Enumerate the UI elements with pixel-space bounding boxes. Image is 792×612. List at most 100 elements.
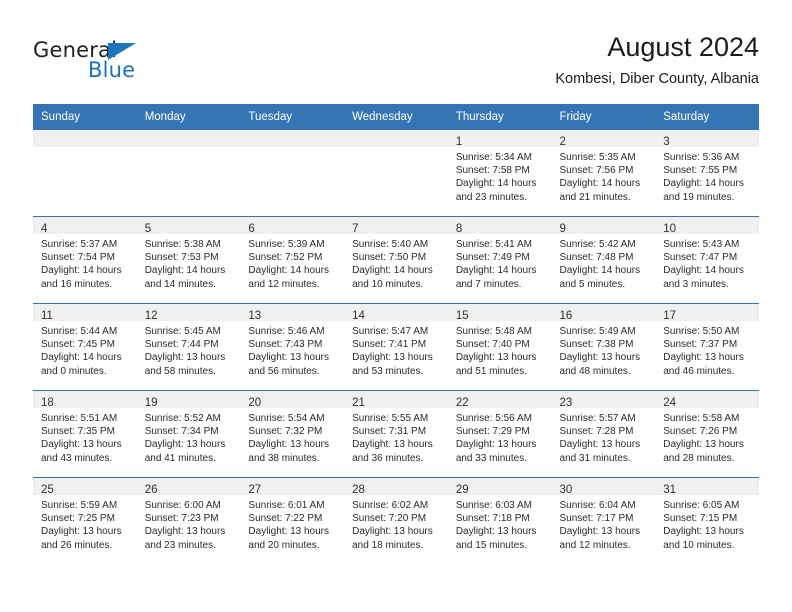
daylight-text-line1: Daylight: 14 hours [352, 265, 433, 277]
daylight-text-line1: Daylight: 13 hours [559, 352, 641, 364]
sunset-text: Sunset: 7:28 PM [559, 426, 634, 438]
calendar-day-cell[interactable]: 16 Sunrise: 5:49 AM Sunset: 7:38 PM Dayligh… [551, 303, 656, 391]
day-number-band: 5 [136, 217, 241, 235]
day-details: Sunrise: 6:00 AM Sunset: 7:23 PM Daylight:… [137, 495, 241, 552]
calendar-day-cell[interactable]: 10 Sunrise: 5:43 AM Sunset: 7:47 PM Dayligh… [655, 216, 759, 304]
calendar-day-cell[interactable]: 5 Sunrise: 5:38 AM Sunset: 7:53 PM Daylight… [136, 216, 241, 304]
calendar-day-cell[interactable]: 14 Sunrise: 5:47 AM Sunset: 7:41 PM Dayligh… [344, 303, 448, 391]
calendar-day-cell[interactable]: 28 Sunrise: 6:02 AM Sunset: 7:20 PM Dayligh… [344, 477, 448, 564]
day-details: Sunrise: 5:34 AM Sunset: 7:58 PM Daylight:… [448, 147, 552, 204]
calendar-day-cell[interactable]: 2 Sunrise: 5:35 AM Sunset: 7:56 PM Daylight… [551, 130, 656, 217]
day-number-band: 2 [551, 130, 656, 148]
day-details: Sunrise: 6:03 AM Sunset: 7:18 PM Daylight:… [448, 495, 552, 552]
sunrise-text: Sunrise: 5:54 AM [248, 413, 325, 424]
daylight-text-line1: Daylight: 13 hours [352, 352, 433, 364]
sunset-text: Sunset: 7:58 PM [455, 165, 530, 177]
daylight-text-line1: Daylight: 13 hours [455, 439, 537, 451]
calendar-day-cell[interactable]: 11 Sunrise: 5:44 AM Sunset: 7:45 PM Dayligh… [33, 303, 137, 391]
day-number: 22 [455, 397, 469, 409]
sunrise-text: Sunrise: 6:02 AM [352, 500, 429, 511]
calendar-day-cell[interactable]: 9 Sunrise: 5:42 AM Sunset: 7:48 PM Daylight… [551, 216, 656, 304]
day-number: 24 [663, 397, 677, 409]
day-cell-inner: 26 Sunrise: 6:00 AM Sunset: 7:23 PM Dayligh… [136, 478, 241, 564]
day-number-band: 22 [447, 391, 552, 409]
sunset-text: Sunset: 7:22 PM [248, 513, 323, 525]
calendar-day-cell[interactable]: 7 Sunrise: 5:40 AM Sunset: 7:50 PM Daylight… [344, 216, 448, 304]
day-number-band: 20 [240, 391, 345, 409]
calendar-day-cell[interactable]: 8 Sunrise: 5:41 AM Sunset: 7:49 PM Daylight… [447, 216, 552, 304]
calendar-day-cell[interactable]: 30 Sunrise: 6:04 AM Sunset: 7:17 PM Dayligh… [551, 477, 656, 564]
calendar-day-cell[interactable]: 3 Sunrise: 5:36 AM Sunset: 7:55 PM Daylight… [655, 130, 759, 217]
daylight-text-line1: Daylight: 13 hours [144, 526, 226, 538]
daylight-text-line1: Daylight: 14 hours [248, 265, 330, 277]
sunset-text: Sunset: 7:56 PM [559, 165, 634, 177]
calendar-week-row: 25 Sunrise: 5:59 AM Sunset: 7:25 PM Dayligh… [33, 477, 759, 564]
sunset-text: Sunset: 7:54 PM [41, 252, 115, 264]
calendar-day-cell[interactable]: 27 Sunrise: 6:01 AM Sunset: 7:22 PM Dayligh… [240, 477, 345, 564]
sunrise-text: Sunrise: 5:47 AM [352, 326, 429, 337]
daylight-text-line2: and 48 minutes. [559, 365, 631, 377]
day-number-band: 3 [655, 130, 759, 148]
daylight-text-line2: and 41 minutes. [144, 452, 216, 464]
daylight-text-line1: Daylight: 14 hours [455, 265, 537, 277]
calendar-day-cell[interactable]: 22 Sunrise: 5:56 AM Sunset: 7:29 PM Dayligh… [447, 390, 552, 478]
calendar-day-cell[interactable]: 1 Sunrise: 5:34 AM Sunset: 7:58 PM Daylight… [447, 130, 552, 217]
weekday-header-monday: Monday [136, 104, 241, 130]
calendar-day-cell[interactable]: 12 Sunrise: 5:45 AM Sunset: 7:44 PM Dayligh… [136, 303, 241, 391]
sunset-text: Sunset: 7:20 PM [352, 513, 427, 525]
sunset-text: Sunset: 7:40 PM [455, 339, 530, 351]
calendar-day-cell[interactable]: 21 Sunrise: 5:55 AM Sunset: 7:31 PM Dayligh… [344, 390, 448, 478]
sunset-text: Sunset: 7:17 PM [559, 513, 634, 525]
daylight-text-line2: and 28 minutes. [663, 452, 735, 464]
calendar-day-cell[interactable]: 29 Sunrise: 6:03 AM Sunset: 7:18 PM Dayligh… [447, 477, 552, 564]
weekday-header-sunday: Sunday [33, 104, 137, 130]
calendar-day-cell[interactable]: 31 Sunrise: 6:05 AM Sunset: 7:15 PM Dayligh… [655, 477, 759, 564]
day-number: 25 [41, 484, 54, 496]
calendar-day-cell[interactable]: 13 Sunrise: 5:46 AM Sunset: 7:43 PM Dayligh… [240, 303, 345, 391]
day-cell-inner: 6 Sunrise: 5:39 AM Sunset: 7:52 PM Daylight… [240, 217, 345, 303]
day-number: 11 [41, 310, 53, 322]
calendar-body: 1 Sunrise: 5:34 AM Sunset: 7:58 PM Daylight… [33, 130, 759, 564]
calendar-day-cell[interactable]: 6 Sunrise: 5:39 AM Sunset: 7:52 PM Daylight… [240, 216, 345, 304]
sunrise-text: Sunrise: 5:42 AM [559, 239, 636, 250]
day-number: 7 [352, 223, 359, 235]
daylight-text-line1: Daylight: 14 hours [144, 265, 226, 277]
sunrise-text: Sunrise: 5:35 AM [559, 152, 636, 163]
calendar-day-cell[interactable]: 18 Sunrise: 5:51 AM Sunset: 7:35 PM Dayligh… [33, 390, 137, 478]
logo-word-blue: Blue [88, 58, 136, 82]
calendar-day-cell[interactable]: 19 Sunrise: 5:52 AM Sunset: 7:34 PM Dayligh… [136, 390, 241, 478]
calendar-day-cell[interactable]: 4 Sunrise: 5:37 AM Sunset: 7:54 PM Daylight… [33, 216, 137, 304]
sunrise-text: Sunrise: 5:57 AM [559, 413, 636, 424]
sunrise-text: Sunrise: 5:51 AM [41, 413, 118, 424]
day-number: 5 [144, 223, 152, 235]
sunset-text: Sunset: 7:26 PM [663, 426, 738, 438]
day-number: 8 [455, 223, 463, 235]
day-number-band: 17 [655, 304, 759, 322]
calendar-day-cell[interactable]: 25 Sunrise: 5:59 AM Sunset: 7:25 PM Dayligh… [33, 477, 137, 564]
sunset-text: Sunset: 7:29 PM [455, 426, 530, 438]
daylight-text-line1: Daylight: 13 hours [248, 352, 330, 364]
calendar-day-cell[interactable]: 17 Sunrise: 5:50 AM Sunset: 7:37 PM Dayligh… [655, 303, 759, 391]
day-number: 10 [663, 223, 677, 235]
calendar-day-cell[interactable]: 15 Sunrise: 5:48 AM Sunset: 7:40 PM Dayligh… [447, 303, 552, 391]
calendar-day-cell[interactable]: 20 Sunrise: 5:54 AM Sunset: 7:32 PM Dayligh… [240, 390, 345, 478]
page-header: General Blue August 2024 Kombesi, Diber … [0, 0, 792, 104]
day-cell-inner: 17 Sunrise: 5:50 AM Sunset: 7:37 PM Dayligh… [655, 304, 759, 390]
calendar-day-cell[interactable]: 23 Sunrise: 5:57 AM Sunset: 7:28 PM Dayligh… [551, 390, 656, 478]
sunset-text: Sunset: 7:41 PM [352, 339, 427, 351]
day-cell-inner: 12 Sunrise: 5:45 AM Sunset: 7:44 PM Dayligh… [136, 304, 241, 390]
sunset-text: Sunset: 7:50 PM [352, 252, 427, 264]
day-cell-inner: 25 Sunrise: 5:59 AM Sunset: 7:25 PM Dayligh… [33, 478, 137, 564]
day-details: Sunrise: 6:05 AM Sunset: 7:15 PM Daylight:… [655, 495, 759, 552]
calendar-day-cell[interactable]: 26 Sunrise: 6:00 AM Sunset: 7:23 PM Dayligh… [136, 477, 241, 564]
general-blue-logo[interactable]: General Blue [33, 38, 233, 86]
daylight-text-line1: Daylight: 13 hours [144, 439, 226, 451]
sunset-text: Sunset: 7:48 PM [559, 252, 634, 264]
calendar-day-cell-empty [344, 130, 448, 217]
calendar-table: Sunday Monday Tuesday Wednesday Thursday Frid… [33, 104, 759, 564]
day-details [137, 147, 241, 151]
sunrise-text: Sunrise: 5:49 AM [559, 326, 636, 337]
day-cell-inner: 19 Sunrise: 5:52 AM Sunset: 7:34 PM Dayligh… [136, 391, 241, 477]
calendar-day-cell[interactable]: 24 Sunrise: 5:58 AM Sunset: 7:26 PM Dayligh… [655, 390, 759, 478]
location-subtitle: Kombesi, Diber County, Albania [555, 71, 759, 87]
